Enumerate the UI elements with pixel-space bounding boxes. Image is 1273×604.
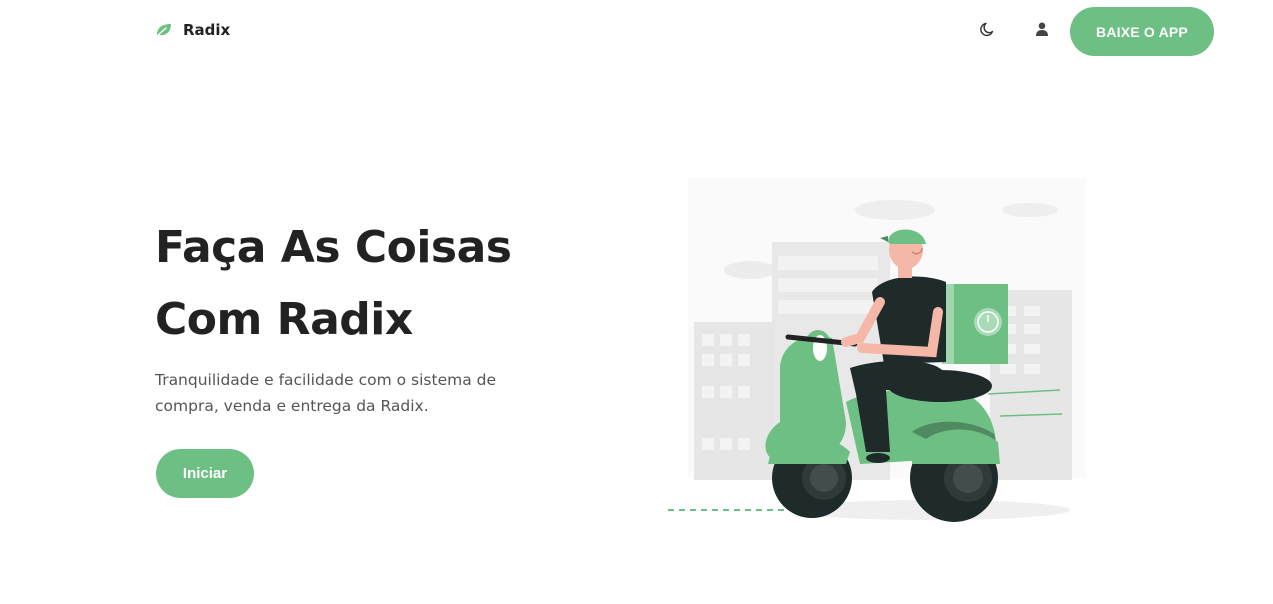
site-header: Radix BAIXE O APP <box>0 0 1273 64</box>
delivery-scooter-illustration <box>650 172 1130 532</box>
brand-logo[interactable]: Radix <box>155 21 230 39</box>
hero-title-line-2: Com Radix <box>155 294 413 345</box>
moon-icon <box>979 20 997 42</box>
theme-toggle-button[interactable] <box>977 20 999 42</box>
leaf-icon <box>155 21 173 39</box>
hero-subtitle: Tranquilidade e facilidade com o sistema… <box>155 371 497 415</box>
user-icon <box>1034 21 1050 41</box>
brand-name: Radix <box>183 21 231 39</box>
account-button[interactable] <box>1031 20 1053 42</box>
start-button[interactable]: Iniciar <box>156 449 254 498</box>
hero-title: Faça As Coisas Com Radix <box>155 212 625 356</box>
hero-title-line-1: Faça As Coisas <box>155 222 512 273</box>
download-app-button[interactable]: BAIXE O APP <box>1070 7 1214 56</box>
